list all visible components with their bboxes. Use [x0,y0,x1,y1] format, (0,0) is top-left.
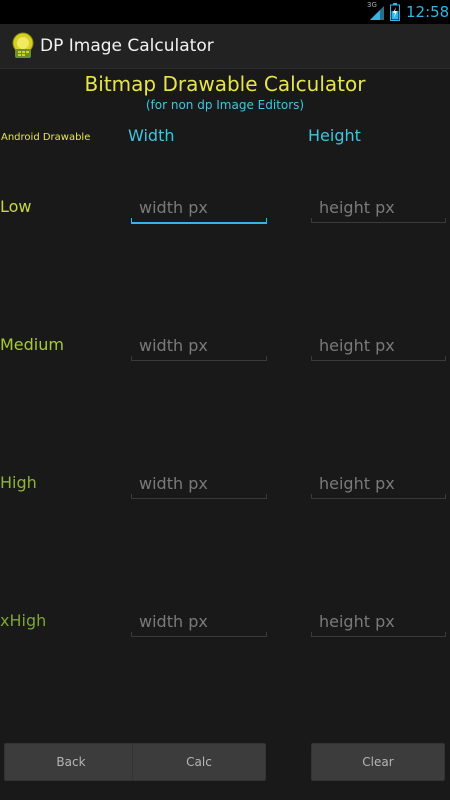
medium-height-input[interactable] [311,333,446,357]
row-label-high: High [0,473,37,492]
page-subtitle: (for non dp Image Editors) [145,98,305,112]
clear-button[interactable]: Clear [311,743,445,781]
xhigh-width-input[interactable] [131,609,267,633]
high-width-field[interactable] [131,471,267,499]
row-label-xhigh: xHigh [0,611,47,630]
low-width-field[interactable] [131,195,267,224]
row-label-medium: Medium [0,335,64,354]
low-height-field[interactable] [311,195,446,223]
status-bar: 3G 12:58 [0,0,450,24]
action-bar: DP Image Calculator [0,24,450,69]
high-height-input[interactable] [311,471,446,495]
medium-width-field[interactable] [131,333,267,361]
column-header-height: Height [308,126,361,145]
app-title: DP Image Calculator [40,36,214,56]
back-button[interactable]: Back [4,743,138,781]
row-label-low: Low [0,197,32,216]
column-header-width: Width [128,126,175,145]
high-height-field[interactable] [311,471,446,499]
low-width-input[interactable] [131,195,267,219]
xhigh-width-field[interactable] [131,609,267,637]
battery-icon [390,3,400,21]
screen: 3G 12:58 DP Image Calculator Bitmap Draw… [0,0,450,800]
medium-height-field[interactable] [311,333,446,361]
signal-icon [370,6,384,20]
xhigh-height-input[interactable] [311,609,446,633]
column-header-drawable: Android Drawable [1,132,91,143]
high-width-input[interactable] [131,471,267,495]
low-height-input[interactable] [311,195,446,219]
xhigh-height-field[interactable] [311,609,446,637]
app-logo-icon[interactable] [10,32,36,60]
calc-button[interactable]: Calc [132,743,266,781]
clock: 12:58 [406,3,450,21]
medium-width-input[interactable] [131,333,267,357]
page-title: Bitmap Drawable Calculator [84,72,366,96]
